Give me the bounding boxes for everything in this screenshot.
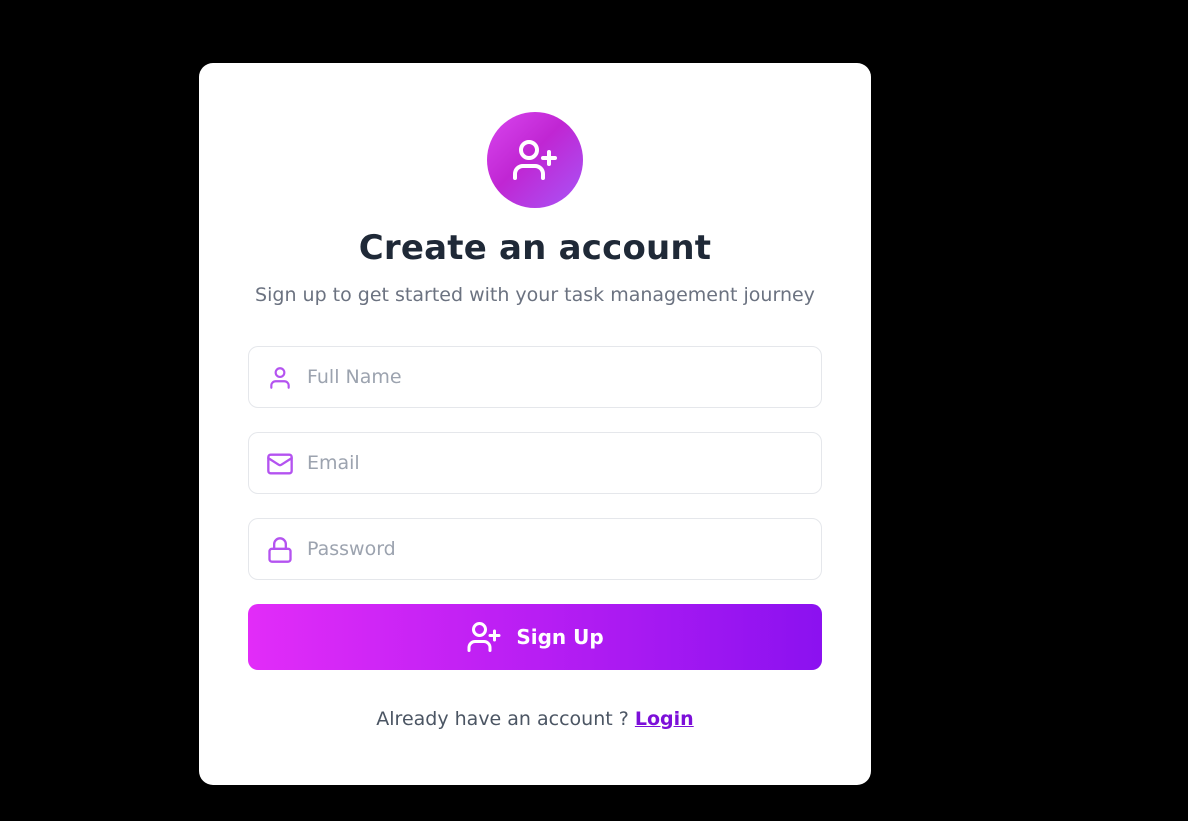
login-prompt-text: Already have an account ? [376, 708, 629, 730]
login-link[interactable]: Login [635, 708, 694, 730]
lock-icon [266, 536, 294, 564]
password-field [248, 518, 822, 580]
full-name-field [248, 346, 822, 408]
user-plus-icon [513, 140, 557, 180]
page-subtitle: Sign up to get started with your task ma… [255, 284, 815, 306]
user-icon [266, 364, 294, 392]
email-input[interactable] [307, 433, 807, 493]
page-title: Create an account [358, 228, 712, 268]
sign-up-button[interactable]: Sign Up [248, 604, 822, 670]
full-name-input[interactable] [307, 347, 807, 407]
user-plus-icon [467, 622, 501, 652]
email-field [248, 432, 822, 494]
password-input[interactable] [307, 519, 807, 579]
signup-card: Create an account Sign up to get started… [199, 63, 871, 785]
avatar [487, 112, 583, 208]
mail-icon [266, 450, 294, 478]
login-prompt: Already have an account ? Login [199, 708, 871, 730]
sign-up-label: Sign Up [516, 625, 604, 649]
